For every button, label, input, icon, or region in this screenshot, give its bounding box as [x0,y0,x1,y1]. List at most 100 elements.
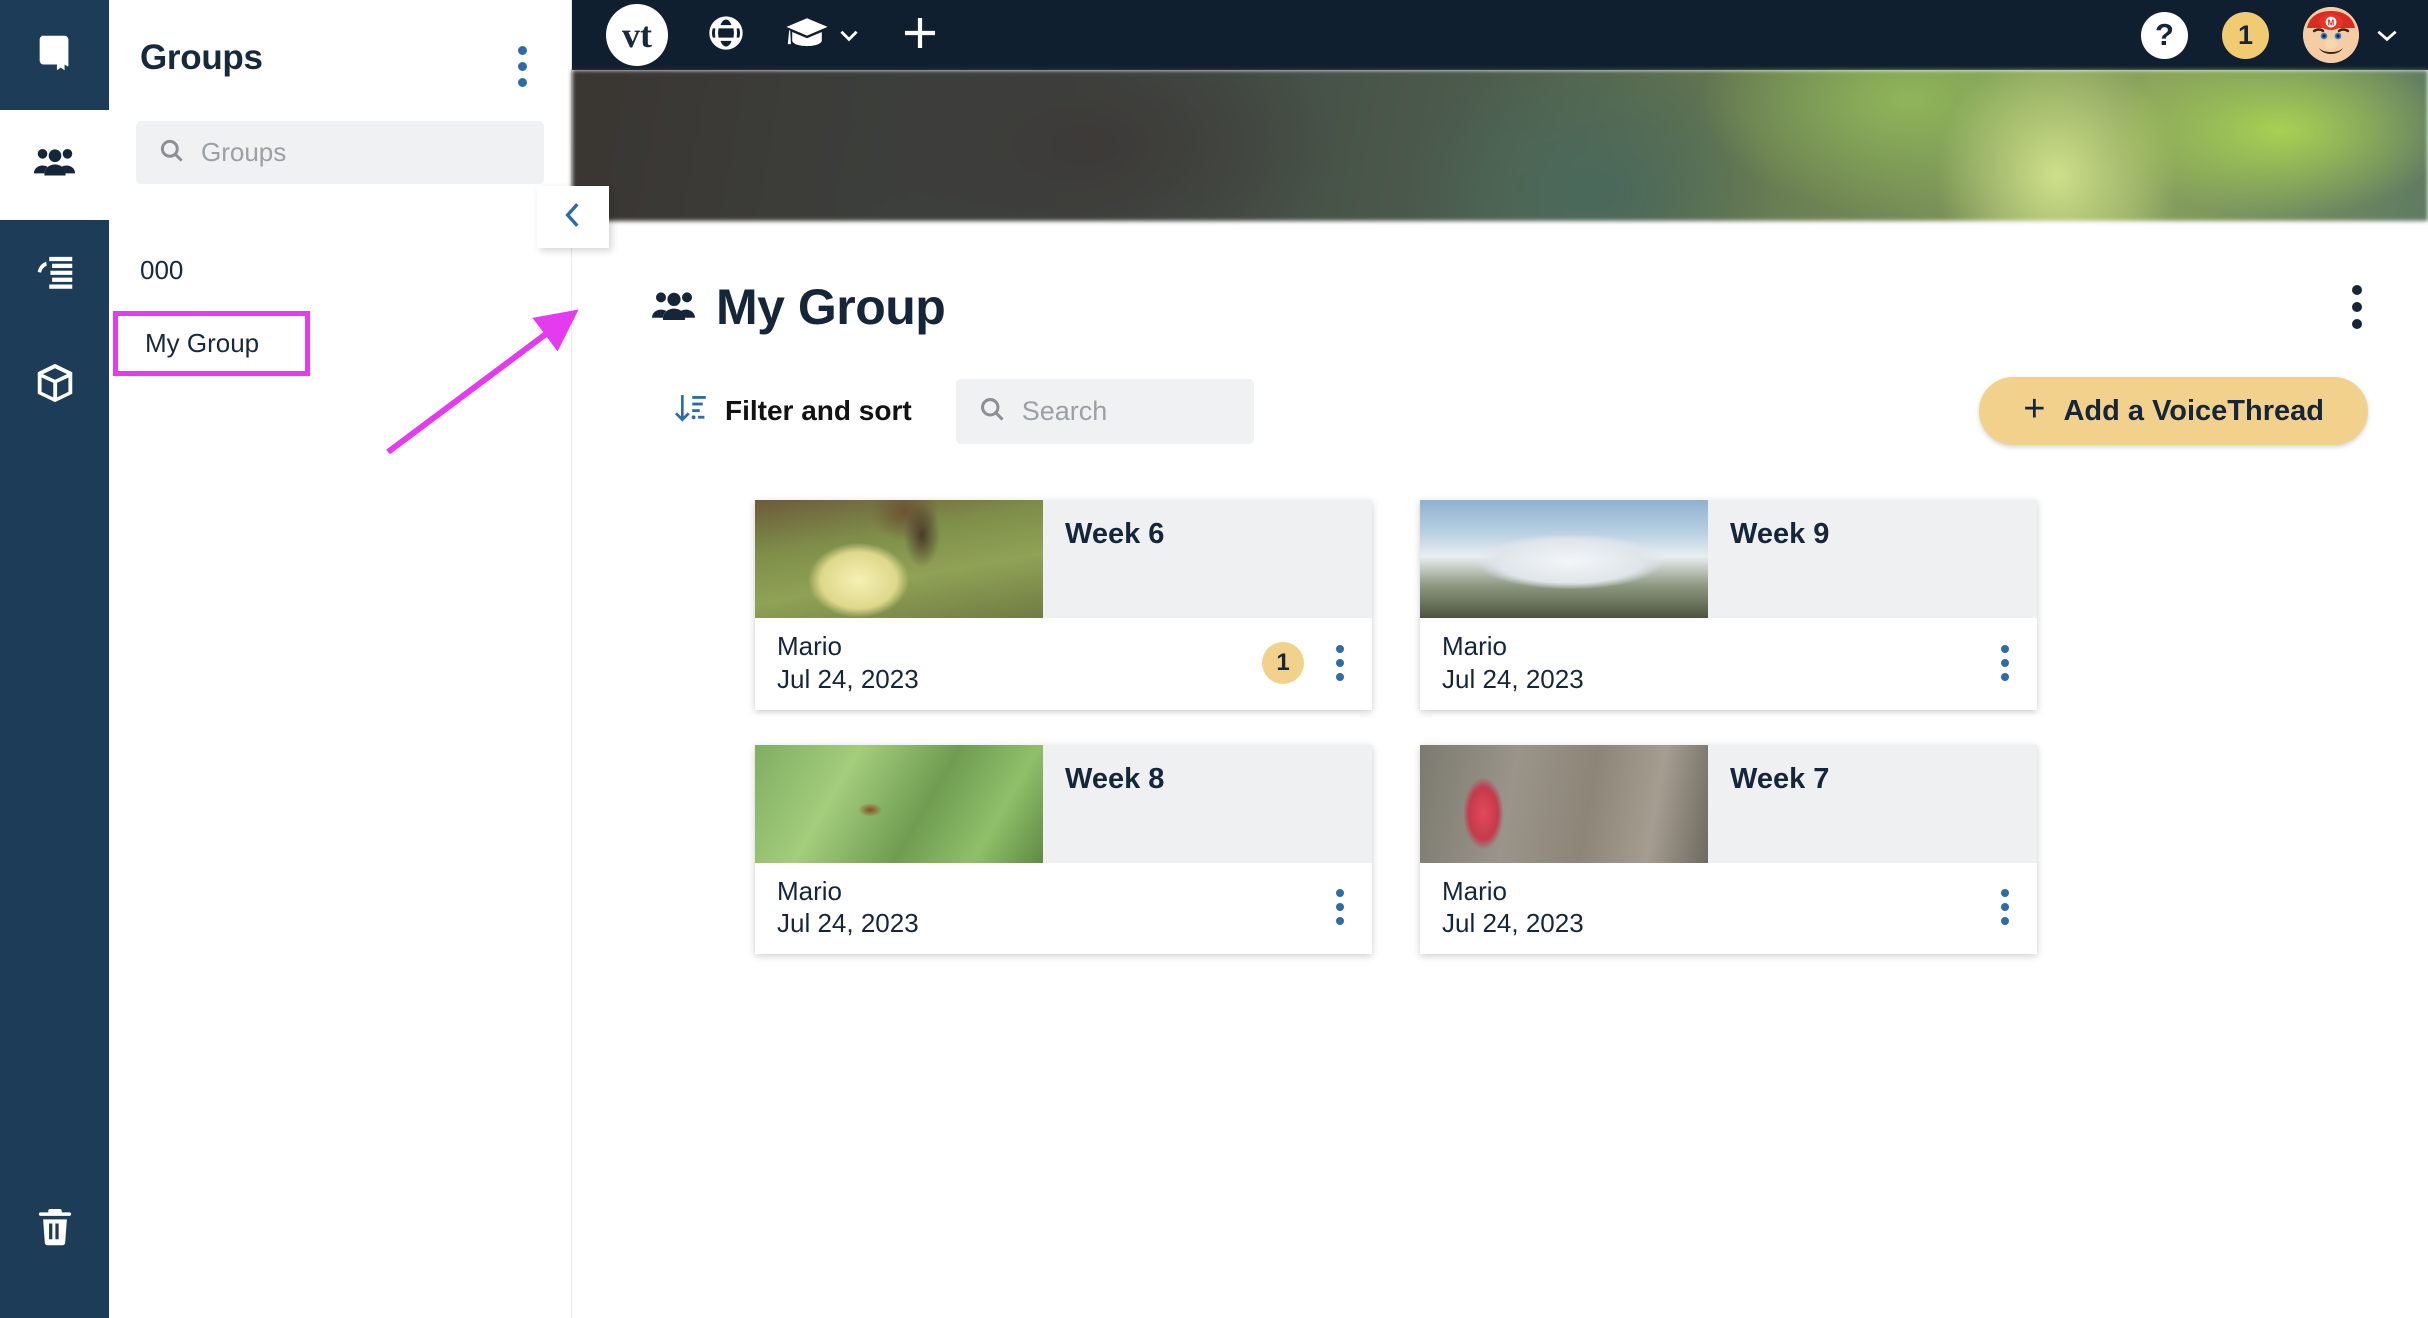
globe-button[interactable] [696,5,756,65]
card-menu-button[interactable] [1330,881,1350,933]
rail-item-trash[interactable] [0,1174,109,1284]
plus-icon: + [2023,388,2046,430]
groups-search-input[interactable] [201,137,522,168]
card-menu-button[interactable] [1330,637,1350,689]
card-actions [1995,637,2015,689]
group-item-000[interactable]: 000 [109,240,571,301]
card-top: Week 6 [755,500,1372,618]
kebab-menu-icon [518,46,527,55]
chevron-down-icon [2374,27,2400,43]
card-author: Mario [1442,631,1508,661]
search-icon [158,137,185,169]
plus-icon [899,12,941,59]
rail-item-courses[interactable] [0,0,109,110]
card-thumbnail [1420,744,1708,863]
card-author: Mario [777,875,843,906]
courses-dropdown-button[interactable] [784,5,862,65]
filter-and-sort-button[interactable]: Filter and sort [672,390,912,433]
app-root: Groups 000 My Group [0,0,2428,1318]
card-meta: Mario Jul 24, 2023 [777,630,919,696]
card-thumbnail [755,744,1043,863]
top-navigation-bar: vt ? 1 M [572,0,2428,70]
chevron-down-icon [836,27,862,43]
kebab-menu-icon [2001,644,2009,653]
card-date: Jul 24, 2023 [1442,908,1584,939]
rail-item-threads[interactable] [0,220,109,330]
sort-descending-icon [672,390,708,433]
voicethread-card[interactable]: Week 9 Mario Jul 24, 2023 [1420,500,2037,710]
groups-icon [650,283,698,331]
content-toolbar: Filter and sort + Add a VoiceThread [572,337,2428,445]
content-search-box[interactable] [955,378,1254,444]
filter-and-sort-label: Filter and sort [725,395,912,426]
card-author: Mario [777,631,843,661]
notification-badge[interactable]: 1 [2222,11,2269,59]
card-footer: Mario Jul 24, 2023 [755,862,1372,954]
search-icon [978,395,1006,428]
add-voicethread-button[interactable]: + Add a VoiceThread [1979,377,2368,445]
svg-text:M: M [2328,19,2335,28]
page-title: My Group [716,279,946,335]
card-title: Week 8 [1065,762,1165,795]
kebab-menu-icon [1336,644,1344,653]
group-banner-image [572,70,2428,221]
groups-search-wrapper [109,95,571,184]
card-meta: Mario Jul 24, 2023 [1442,630,1584,696]
voicethread-logo[interactable]: vt [606,4,668,66]
card-actions: 1 [1262,637,1350,689]
page-menu-button[interactable] [2346,277,2368,337]
card-author: Mario [1442,875,1508,906]
groups-panel: Groups 000 My Group [109,0,572,1318]
group-item-my-group[interactable]: My Group [113,311,310,376]
trash-icon [32,1204,78,1255]
groups-panel-menu-button[interactable] [512,38,533,95]
groups-icon [32,140,78,191]
kebab-menu-icon [1336,889,1344,898]
card-top: Week 8 [755,744,1372,863]
card-unread-count[interactable]: 1 [1262,641,1304,684]
card-meta: Mario Jul 24, 2023 [777,875,919,941]
book-icon [32,30,78,81]
card-top: Week 9 [1420,500,2037,618]
card-footer: Mario Jul 24, 2023 1 [755,618,1372,710]
card-menu-button[interactable] [1995,881,2015,933]
avatar: M [2303,7,2359,63]
spool-icon [32,250,78,301]
groups-search-box[interactable] [136,121,544,184]
card-actions [1995,881,2015,933]
kebab-menu-icon [2001,889,2009,898]
card-top: Week 7 [1420,744,2037,863]
kebab-menu-icon [2352,285,2362,295]
voicethread-card[interactable]: Week 8 Mario Jul 24, 2023 [755,744,1372,954]
voicethread-grid: Week 6 Mario Jul 24, 2023 1 Week 9 Mario… [572,445,2428,954]
collapse-panel-tab[interactable] [537,186,609,248]
groups-panel-header: Groups [109,0,571,95]
left-icon-rail [0,0,109,1318]
voicethread-card[interactable]: Week 7 Mario Jul 24, 2023 [1420,744,2037,954]
account-menu-button[interactable]: M [2303,7,2400,63]
chevron-left-icon [560,200,586,235]
card-thumbnail [755,500,1043,618]
add-voicethread-label: Add a VoiceThread [2063,394,2324,427]
add-button[interactable] [890,5,950,65]
rail-item-archive[interactable] [0,330,109,440]
card-date: Jul 24, 2023 [777,908,919,939]
content-search-input[interactable] [1021,395,1232,427]
card-thumbnail [1420,500,1708,618]
box-icon [32,360,78,411]
top-nav-right-group: ? 1 M [2141,7,2400,63]
page-header: My Group [572,221,2428,337]
graduation-cap-icon [784,13,830,58]
help-button[interactable]: ? [2141,11,2188,59]
main-region: vt ? 1 M My Group Filter and sort Search… [572,0,2428,1318]
card-date: Jul 24, 2023 [1442,663,1584,694]
card-title: Week 9 [1730,518,1830,550]
card-menu-button[interactable] [1995,637,2015,689]
card-title: Week 7 [1730,762,1830,795]
voicethread-card[interactable]: Week 6 Mario Jul 24, 2023 1 [755,500,1372,710]
groups-panel-title: Groups [140,38,263,77]
card-actions [1330,881,1350,933]
card-footer: Mario Jul 24, 2023 [1420,618,2037,710]
card-title: Week 6 [1065,518,1165,550]
rail-item-groups[interactable] [0,110,109,220]
